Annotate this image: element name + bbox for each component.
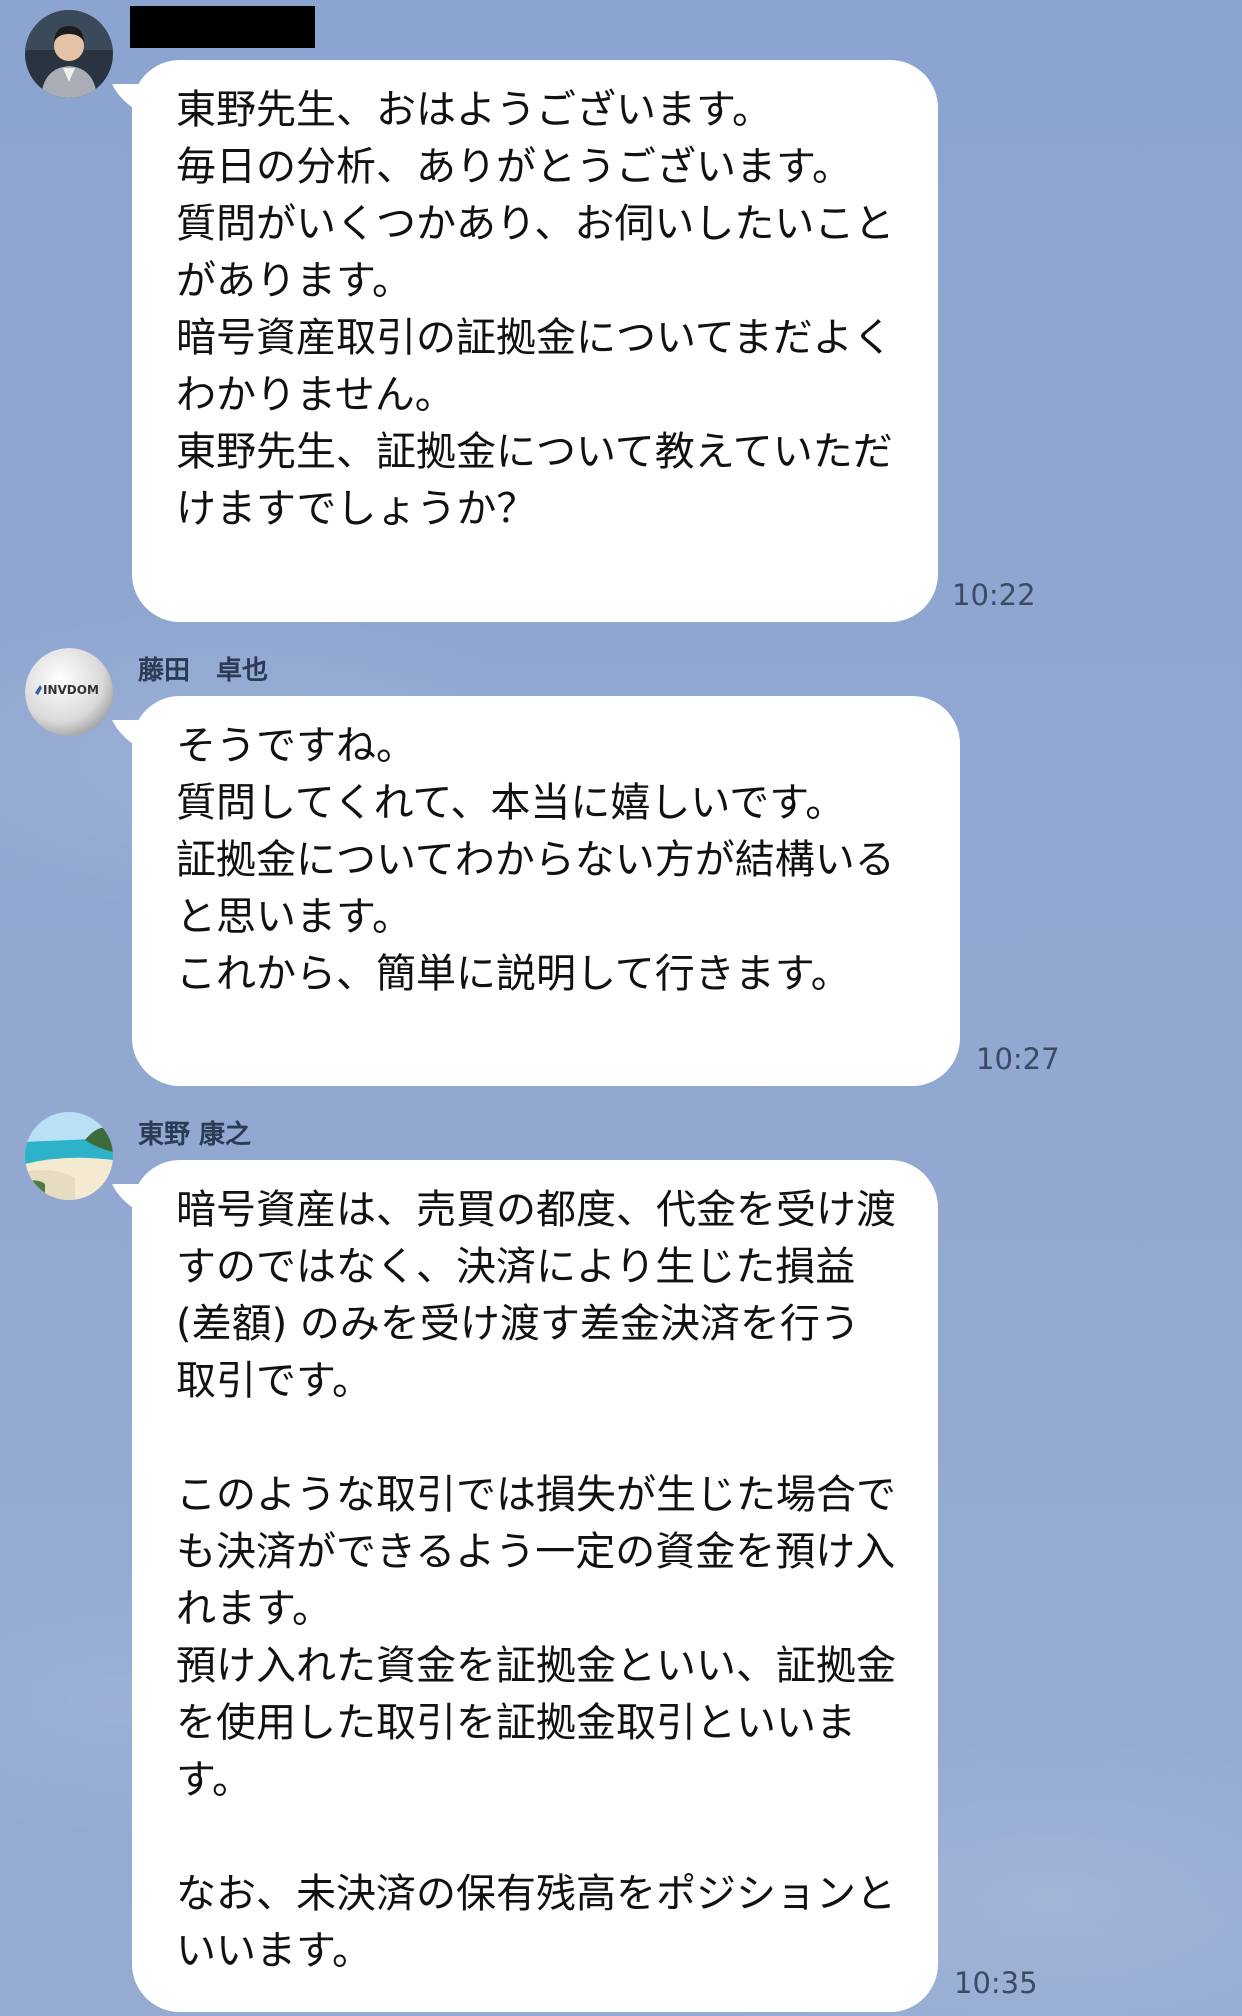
person-photo-avatar[interactable] bbox=[25, 10, 113, 98]
sender-name: 東野 康之 bbox=[138, 1120, 252, 1150]
message-bubble[interactable]: 暗号資産は、売買の都度、代金を受け渡すのではなく、決済により生じた損益 (差額)… bbox=[132, 1160, 938, 2012]
invdom-logo-avatar[interactable]: INVDOM bbox=[25, 648, 113, 736]
message-text: 暗号資産は、売買の都度、代金を受け渡すのではなく、決済により生じた損益 (差額)… bbox=[176, 1187, 896, 1974]
message-time: 10:27 bbox=[976, 1042, 1060, 1076]
message-time: 10:35 bbox=[954, 1966, 1038, 2000]
message-bubble[interactable]: そうですね。 質問してくれて、本当に嬉しいです。 証拠金についてわからない方が結… bbox=[132, 696, 960, 1086]
message-text: そうですね。 質問してくれて、本当に嬉しいです。 証拠金についてわからない方が結… bbox=[176, 723, 895, 997]
message-text: 東野先生、おはようございます。 毎日の分析、ありがとうございます。 質問がいくつ… bbox=[176, 87, 895, 532]
person-photo-icon bbox=[25, 10, 113, 98]
beach-photo-avatar[interactable] bbox=[25, 1112, 113, 1200]
beach-photo-icon bbox=[25, 1112, 113, 1200]
redacted-sender-name bbox=[130, 6, 315, 48]
message-bubble[interactable]: 東野先生、おはようございます。 毎日の分析、ありがとうございます。 質問がいくつ… bbox=[132, 60, 938, 622]
sender-name: 藤田 卓也 bbox=[138, 656, 269, 686]
message-time: 10:22 bbox=[952, 578, 1036, 612]
invdom-logo-text: INVDOM bbox=[43, 683, 99, 697]
